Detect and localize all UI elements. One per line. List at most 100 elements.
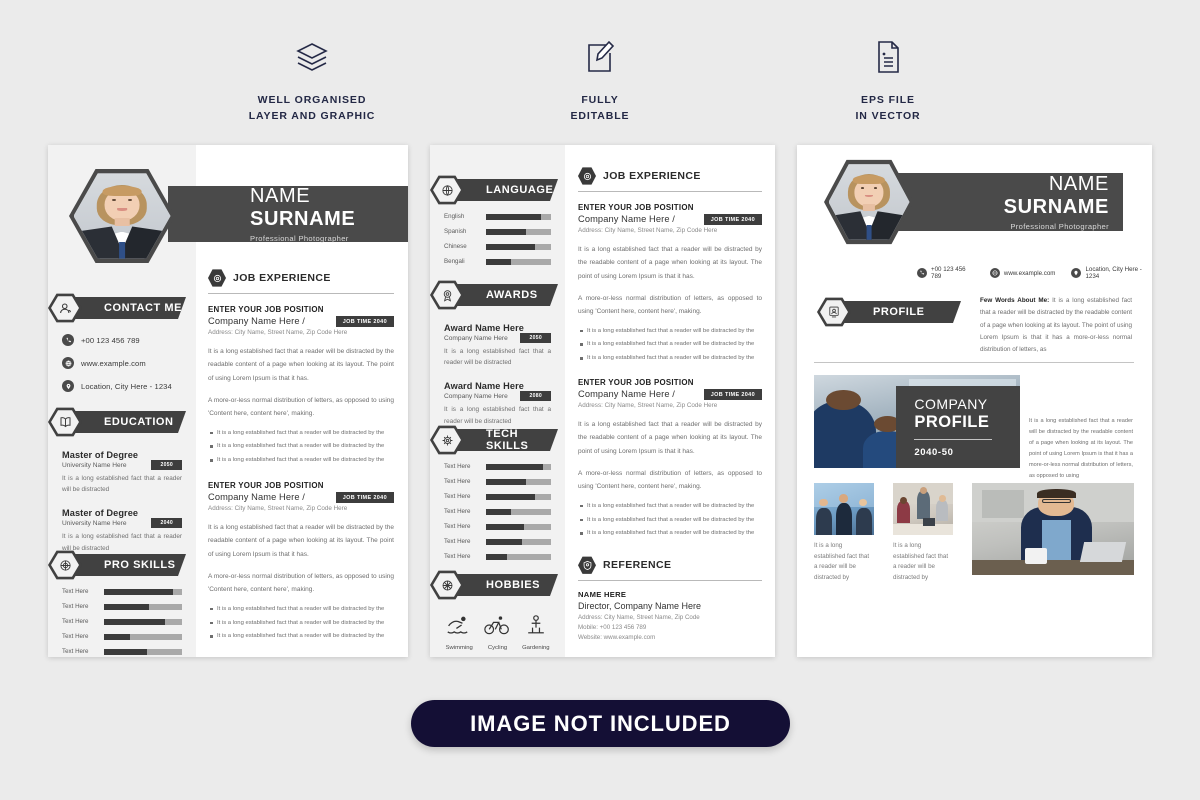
- job-address: Address: City Name, Street Name, Zip Cod…: [208, 505, 348, 513]
- cycling-icon: [484, 616, 510, 635]
- feature-line1: EPS FILE: [861, 94, 915, 106]
- skill-track: [104, 648, 182, 655]
- phone-icon: [917, 268, 927, 278]
- contact-website: www.example.com: [81, 358, 146, 368]
- education-year: 2040: [151, 518, 182, 529]
- language-row: Chinese: [444, 243, 551, 250]
- job-position: ENTER YOUR JOB POSITION: [208, 481, 324, 491]
- awards-section: AWARDS Award Name Here Company Name Here…: [430, 280, 565, 427]
- tech-skill-track: [486, 538, 551, 545]
- contact-phone: +00 123 456 789: [931, 266, 966, 280]
- contact-item[interactable]: +00 123 456 789: [62, 334, 182, 346]
- job-bullets: It is a long established fact that a rea…: [208, 605, 394, 642]
- pro-skills-heading: PRO SKILLS: [64, 554, 186, 576]
- thumbnail-image: [893, 483, 953, 535]
- globe-icon: [62, 357, 74, 369]
- bullet-item: It is a long established fact that a rea…: [578, 327, 762, 336]
- feature-photo: [972, 483, 1134, 575]
- thumbnail-block: It is a long established fact that a rea…: [814, 483, 874, 583]
- tech-skill-row: Text Here: [444, 523, 551, 530]
- page1-main: JOB EXPERIENCE ENTER YOUR JOB POSITION C…: [208, 269, 394, 641]
- person-name: NAME SURNAME: [957, 173, 1123, 219]
- divider: [814, 362, 1134, 363]
- education-title: Master of Degree: [62, 450, 139, 460]
- company-profile-line1: COMPANY: [914, 396, 988, 413]
- globe-icon: [989, 268, 1000, 278]
- job-bullets: It is a long established fact that a rea…: [578, 327, 762, 364]
- contact-item[interactable]: www.example.com: [989, 268, 1055, 278]
- tech-skill-track: [486, 478, 551, 485]
- feature-label: WELL ORGANISED LAYER AND GRAPHIC: [227, 92, 397, 125]
- briefcase-badge-icon: [578, 167, 596, 185]
- file-document-icon: [803, 34, 973, 80]
- job-entry: ENTER YOUR JOB POSITION Company Name Her…: [208, 305, 394, 465]
- tech-skill-label: Text Here: [444, 538, 471, 545]
- feature-item: WELL ORGANISED LAYER AND GRAPHIC: [227, 34, 397, 125]
- feature-item: FULLY EDITABLE: [515, 34, 685, 125]
- contact-item[interactable]: www.example.com: [62, 357, 182, 369]
- bullet-item: It is a long established fact that a rea…: [208, 442, 394, 451]
- bullet-item: It is a long established fact that a rea…: [208, 456, 394, 465]
- divider: [578, 191, 762, 192]
- feature-line2: IN VECTOR: [855, 110, 921, 123]
- phone-icon: [62, 334, 74, 346]
- award-year: 2050: [520, 333, 551, 343]
- bullet-item: It is a long established fact that a rea…: [208, 605, 394, 614]
- swimming-icon: [447, 616, 468, 634]
- tech-skill-track: [486, 553, 551, 560]
- skill-row: Text Here: [62, 633, 182, 640]
- layers-icon: [227, 34, 397, 80]
- contact-section: CONTACT ME +00 123 456 789 www.example.c…: [48, 293, 196, 392]
- hobbies-globe-icon: [433, 573, 461, 597]
- skill-track: [104, 618, 182, 625]
- award-desc: It is a long established fact that a rea…: [444, 348, 551, 367]
- feature-line1: WELL ORGANISED: [257, 94, 367, 106]
- language-track: [486, 228, 551, 235]
- bullet-item: It is a long established fact that a rea…: [208, 632, 394, 641]
- job-paragraph: It is a long established fact that a rea…: [578, 421, 762, 455]
- job-paragraph: A more-or-less normal distribution of le…: [578, 470, 762, 491]
- contact-strip: +00 123 456 789 www.example.com Location…: [917, 266, 1152, 280]
- job-paragraph: A more-or-less normal distribution of le…: [208, 573, 394, 594]
- skill-track: [104, 633, 182, 640]
- profile-section: PROFILE: [817, 297, 969, 327]
- hobby-label: Gardening: [522, 645, 550, 651]
- tech-skill-label: Text Here: [444, 478, 471, 485]
- job-time-badge: JOB TIME 2040: [335, 316, 394, 327]
- bullet-item: It is a long established fact that a rea…: [578, 340, 762, 349]
- contact-item[interactable]: +00 123 456 789: [917, 266, 974, 280]
- contact-item[interactable]: Location, City Here - 1234: [62, 380, 182, 392]
- skill-row: Text Here: [62, 618, 182, 625]
- tech-skill-track: [486, 523, 551, 530]
- edit-pencil-icon: [515, 34, 685, 80]
- education-item: Master of Degree University Name Here 20…: [62, 450, 182, 495]
- job-paragraph: A more-or-less normal distribution of le…: [578, 294, 762, 316]
- reference-shield-icon: [578, 556, 596, 574]
- feature-line2: LAYER AND GRAPHIC: [248, 110, 376, 123]
- language-label: Chinese: [444, 243, 467, 250]
- portrait-illustration: [828, 164, 910, 240]
- job-paragraph: It is a long established fact that a rea…: [578, 246, 762, 280]
- first-name: NAME: [1048, 173, 1109, 195]
- education-header: EDUCATION: [48, 407, 196, 437]
- hobby-item: Cycling: [478, 614, 516, 651]
- bullet-item: It is a long established fact that a rea…: [208, 429, 394, 438]
- tech-skills-section: TECH SKILLS Text Here Text Here Text Her…: [430, 425, 565, 560]
- tech-skill-track: [486, 493, 551, 500]
- job-time-badge: JOB TIME 2040: [335, 492, 394, 504]
- skill-label: Text Here: [62, 603, 89, 610]
- language-track: [486, 243, 551, 250]
- last-name: SURNAME: [1003, 196, 1109, 218]
- contact-item[interactable]: Location, City Here - 1234: [1071, 266, 1152, 280]
- person-name: NAME SURNAME: [250, 185, 408, 231]
- hobby-item: Gardening: [517, 614, 555, 651]
- profile-body: It is a long established fact that a rea…: [980, 297, 1132, 354]
- company-profile-overlay: COMPANY PROFILE 2040-50: [896, 386, 1020, 468]
- profile-text: Few Words About Me: It is a long establi…: [980, 295, 1132, 356]
- award-item: Award Name Here Company Name Here 2050 I…: [444, 323, 551, 368]
- profile-card-icon: [820, 300, 848, 324]
- award-medal-icon: [433, 283, 461, 307]
- language-label: Bengali: [444, 258, 465, 265]
- job-position: ENTER YOUR JOB POSITION: [578, 378, 694, 388]
- awards-header: AWARDS: [430, 280, 565, 310]
